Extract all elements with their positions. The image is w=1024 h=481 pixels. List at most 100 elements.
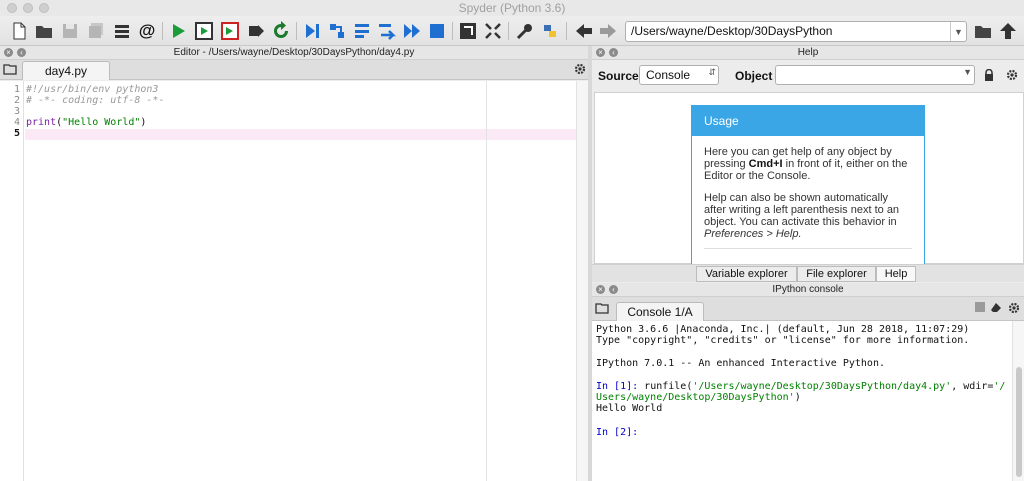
window-title: Spyder (Python 3.6) [458, 1, 566, 15]
console-output[interactable]: Python 3.6.6 |Anaconda, Inc.| (default, … [592, 321, 1024, 481]
stop-icon[interactable] [426, 20, 448, 42]
run-cell-icon[interactable] [193, 20, 215, 42]
toolbar-separator [566, 22, 567, 40]
gear-icon[interactable] [574, 63, 586, 75]
console-header: × ‹ IPython console [592, 283, 1024, 297]
working-directory-path: /Users/wayne/Desktop/30DaysPython [631, 24, 833, 38]
back-arrow-icon[interactable] [573, 20, 595, 42]
divider [704, 248, 912, 249]
undock-pane-icon[interactable]: ‹ [609, 285, 618, 294]
close-pane-icon[interactable]: × [596, 48, 605, 57]
code-line-shebang: #!/usr/bin/env python3 [26, 84, 159, 95]
maximize-pane-icon[interactable] [457, 20, 479, 42]
object-label: Object [735, 69, 773, 83]
console-prompt: In [2]: [596, 427, 639, 438]
forward-arrow-icon[interactable] [597, 20, 619, 42]
usage-paragraph-1: Here you can get help of any object by p… [692, 146, 924, 182]
help-tab-bar: Variable explorer File explorer Help [592, 264, 1024, 282]
tab-file-explorer[interactable]: File explorer [797, 266, 876, 282]
save-icon[interactable] [59, 20, 81, 42]
source-select[interactable]: Console ⇵ [639, 65, 719, 85]
tab-day4[interactable]: day4.py [22, 61, 110, 80]
editor-scrollbar[interactable] [576, 81, 588, 481]
scrollbar-thumb[interactable] [1016, 367, 1022, 477]
browse-folder-icon[interactable] [972, 20, 994, 42]
usage-paragraph-2: Help can also be shown automatically aft… [692, 192, 924, 240]
open-file-icon[interactable] [33, 20, 55, 42]
code-editor[interactable]: 1 2 3 4 5 #!/usr/bin/env python3 # -*- c… [0, 81, 588, 481]
rerun-icon[interactable] [270, 20, 292, 42]
line-number-gutter: 1 2 3 4 5 [0, 81, 24, 481]
usage-title: Usage [692, 106, 924, 136]
chevron-updown-icon: ⇵ [708, 67, 716, 77]
editor-pane: × ‹ Editor - /Users/wayne/Desktop/30DaysP… [0, 46, 588, 481]
step-into-icon[interactable] [351, 20, 373, 42]
step-icon[interactable] [326, 20, 348, 42]
close-pane-icon[interactable]: × [596, 285, 605, 294]
console-string: '/ [993, 381, 1006, 392]
line-number: 2 [13, 95, 20, 106]
ipython-console-pane: × ‹ IPython console Console 1/A Python 3.… [592, 283, 1024, 481]
step-return-icon[interactable] [376, 20, 398, 42]
lock-icon[interactable] [984, 68, 994, 81]
working-directory-combobox[interactable]: /Users/wayne/Desktop/30DaysPython ▼ [625, 21, 967, 42]
tab-console-1a[interactable]: Console 1/A [616, 302, 704, 321]
debug-icon[interactable] [301, 20, 323, 42]
wrench-icon[interactable] [514, 20, 536, 42]
tab-help[interactable]: Help [876, 266, 916, 282]
toolbar-separator [508, 22, 509, 40]
console-input-1-cont: Users/wayne/Desktop/30DaysPython') [596, 392, 801, 403]
chevron-down-icon[interactable]: ▼ [950, 22, 966, 41]
run-icon[interactable] [167, 20, 189, 42]
console-string: Users/wayne/Desktop/30DaysPython' [596, 392, 795, 403]
at-icon[interactable]: @ [136, 20, 158, 42]
help-viewer: Usage Here you can get help of any objec… [594, 92, 1024, 265]
console-prompt: In [1]: [596, 381, 639, 392]
undock-pane-icon[interactable]: ‹ [609, 48, 618, 57]
eraser-icon[interactable] [990, 302, 1002, 313]
line-number-current: 5 [13, 128, 20, 139]
code-string: "Hello World" [62, 117, 141, 128]
python-path-icon[interactable] [539, 20, 561, 42]
console-header-title: IPython console [772, 284, 844, 295]
console-banner-line: Python 3.6.6 |Anaconda, Inc.| (default, … [596, 324, 970, 335]
fullscreen-icon[interactable] [482, 20, 504, 42]
parent-dir-icon[interactable] [997, 20, 1019, 42]
undock-pane-icon[interactable]: ‹ [17, 48, 26, 57]
code-line-print: print("Hello World") [26, 118, 146, 128]
source-value: Console [646, 68, 691, 82]
gear-icon[interactable] [1006, 69, 1018, 81]
editor-header-title: Editor - /Users/wayne/Desktop/30DaysPyth… [173, 47, 415, 58]
console-scrollbar[interactable] [1012, 321, 1024, 481]
console-banner-line: IPython 7.0.1 -- An enhanced Interactive… [596, 358, 885, 369]
code-paren: ) [140, 117, 147, 128]
editor-header: × ‹ Editor - /Users/wayne/Desktop/30DaysP… [0, 46, 588, 60]
toolbar-separator [162, 22, 163, 40]
tab-variable-explorer[interactable]: Variable explorer [696, 266, 797, 282]
browse-tabs-icon[interactable] [595, 302, 609, 314]
stop-kernel-icon[interactable] [975, 302, 985, 312]
new-file-icon[interactable] [8, 20, 30, 42]
gear-icon[interactable] [1008, 302, 1020, 314]
continue-icon[interactable] [401, 20, 423, 42]
run-cell-advance-icon[interactable] [219, 20, 241, 42]
list-icon[interactable] [111, 20, 133, 42]
save-all-icon[interactable] [85, 20, 107, 42]
edge-line [486, 81, 487, 481]
title-bar: Spyder (Python 3.6) [0, 0, 1024, 16]
usage-card: Usage Here you can get help of any objec… [691, 105, 925, 265]
console-code: runfile( [638, 381, 693, 392]
chevron-down-icon[interactable]: ▼ [963, 67, 972, 77]
help-header: × ‹ Help [592, 46, 1024, 60]
toolbar-separator [296, 22, 297, 40]
console-code: , wdir= [951, 381, 994, 392]
line-number: 3 [13, 106, 20, 117]
object-combobox[interactable]: ▼ [775, 65, 975, 85]
browse-tabs-icon[interactable] [3, 63, 17, 75]
console-code: ) [794, 392, 801, 403]
code-line-encoding: # -*- coding: utf-8 -*- [26, 95, 165, 106]
usage-preferences-path: Preferences > Help. [704, 228, 802, 240]
run-selection-icon[interactable] [245, 20, 267, 42]
console-banner-line: Type "copyright", "credits" or "license"… [596, 335, 970, 346]
close-pane-icon[interactable]: × [4, 48, 13, 57]
